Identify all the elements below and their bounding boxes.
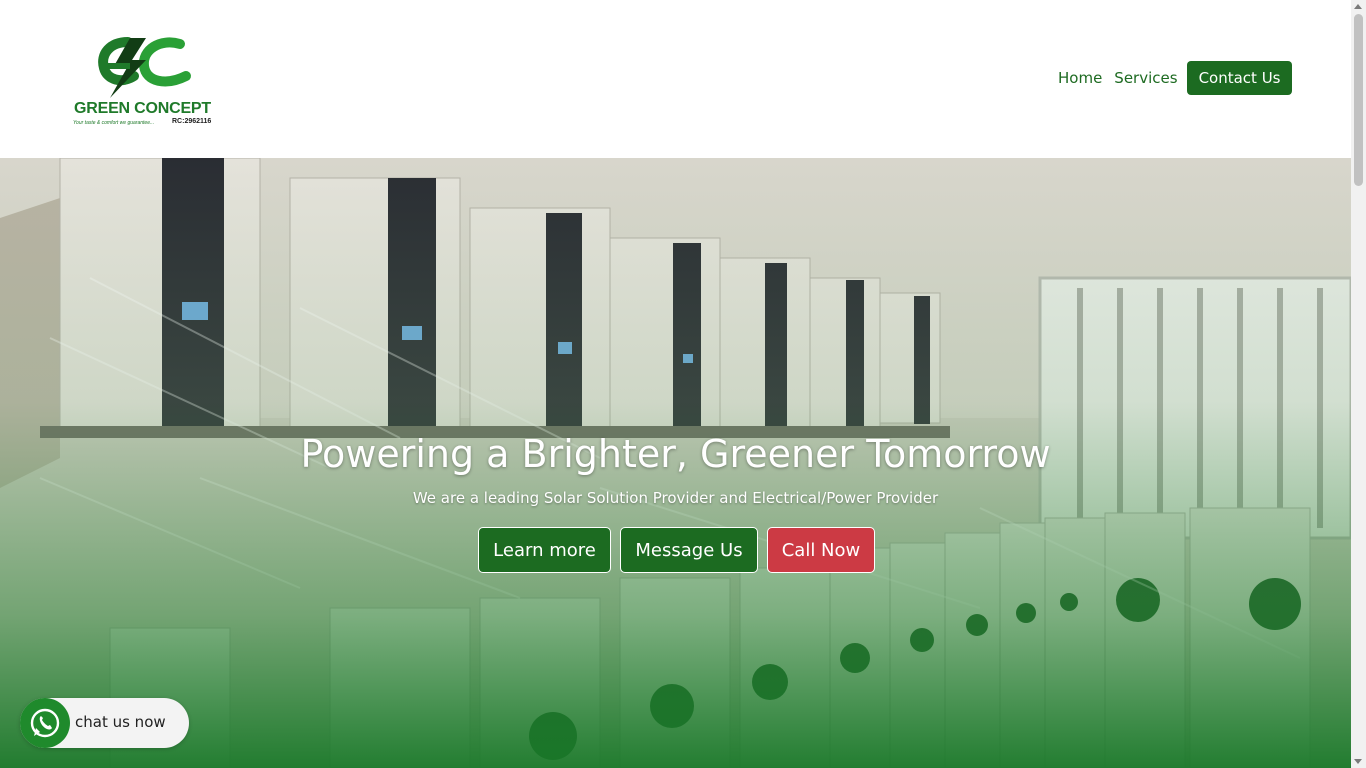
logo-mark-icon bbox=[98, 37, 191, 98]
scrollbar[interactable] bbox=[1351, 0, 1366, 768]
main-nav: Home Services Contact Us bbox=[1052, 60, 1298, 96]
nav-services[interactable]: Services bbox=[1114, 69, 1177, 87]
message-us-button[interactable]: Message Us bbox=[620, 527, 758, 573]
logo-rc-number: RC:2962116 bbox=[172, 118, 212, 125]
site-header: GREEN CONCEPT Your taste & comfort we gu… bbox=[0, 0, 1351, 158]
logo-name: GREEN CONCEPT bbox=[74, 100, 211, 117]
contact-us-button[interactable]: Contact Us bbox=[1186, 61, 1293, 95]
call-now-button[interactable]: Call Now bbox=[767, 527, 875, 573]
hero-section: Powering a Brighter, Greener Tomorrow We… bbox=[0, 158, 1351, 768]
nav-home[interactable]: Home bbox=[1058, 69, 1102, 87]
logo[interactable]: GREEN CONCEPT Your taste & comfort we gu… bbox=[70, 36, 230, 132]
hero-subtitle: We are a leading Solar Solution Provider… bbox=[412, 489, 939, 507]
hero-buttons: Learn more Message Us Call Now bbox=[478, 527, 884, 573]
whatsapp-icon bbox=[20, 698, 70, 748]
scroll-up-arrow-icon[interactable] bbox=[1354, 4, 1362, 9]
scroll-thumb[interactable] bbox=[1354, 14, 1363, 186]
logo-tagline: Your taste & comfort we guarantee... bbox=[73, 120, 155, 126]
scroll-down-arrow-icon[interactable] bbox=[1354, 759, 1362, 764]
learn-more-button[interactable]: Learn more bbox=[478, 527, 611, 573]
chat-widget[interactable]: chat us now bbox=[20, 698, 189, 748]
hero-title: Powering a Brighter, Greener Tomorrow bbox=[300, 432, 1051, 476]
chat-label: chat us now bbox=[75, 713, 166, 731]
